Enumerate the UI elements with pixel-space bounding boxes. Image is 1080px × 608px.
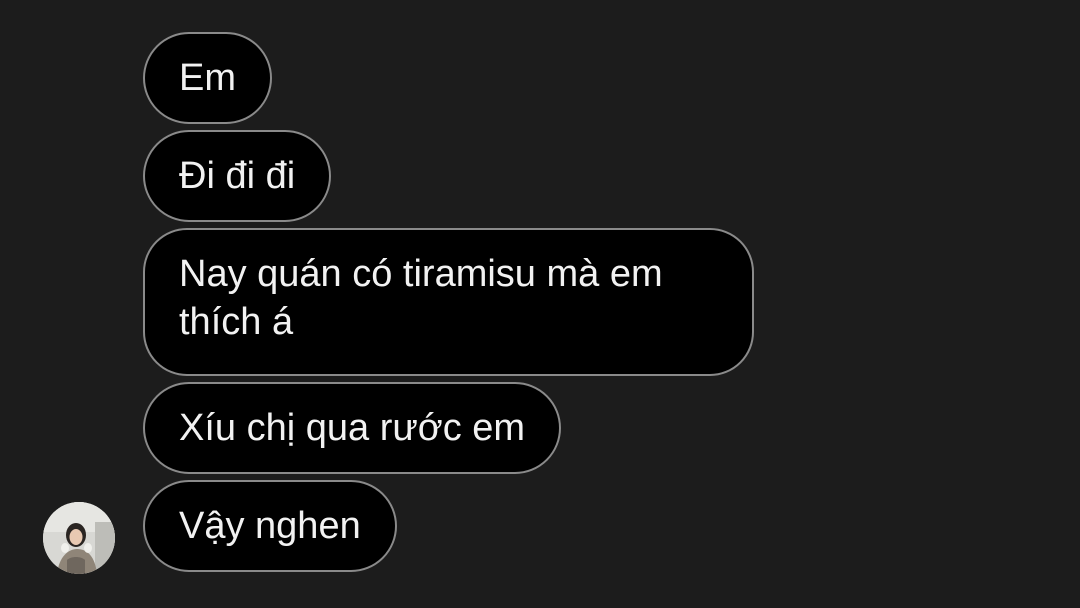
message-text: Vậy nghen: [179, 505, 361, 547]
chat-thread: Em Đi đi đi Nay quán có tiramisu mà em t…: [0, 0, 1080, 608]
message-bubble[interactable]: Xíu chị qua rước em: [143, 382, 562, 474]
message-bubble[interactable]: Nay quán có tiramisu mà em thích á: [143, 228, 754, 376]
sender-avatar[interactable]: [43, 502, 115, 574]
message-bubble[interactable]: Em: [143, 32, 272, 124]
profile-photo-avatar-icon: [43, 502, 115, 574]
message-text: Em: [179, 57, 236, 99]
message-text: Nay quán có tiramisu mà em thích á: [179, 253, 663, 343]
message-text: Xíu chị qua rước em: [179, 407, 526, 449]
message-text: Đi đi đi: [179, 155, 296, 197]
message-bubble[interactable]: Đi đi đi: [143, 130, 332, 222]
message-bubble[interactable]: Vậy nghen: [143, 480, 397, 572]
